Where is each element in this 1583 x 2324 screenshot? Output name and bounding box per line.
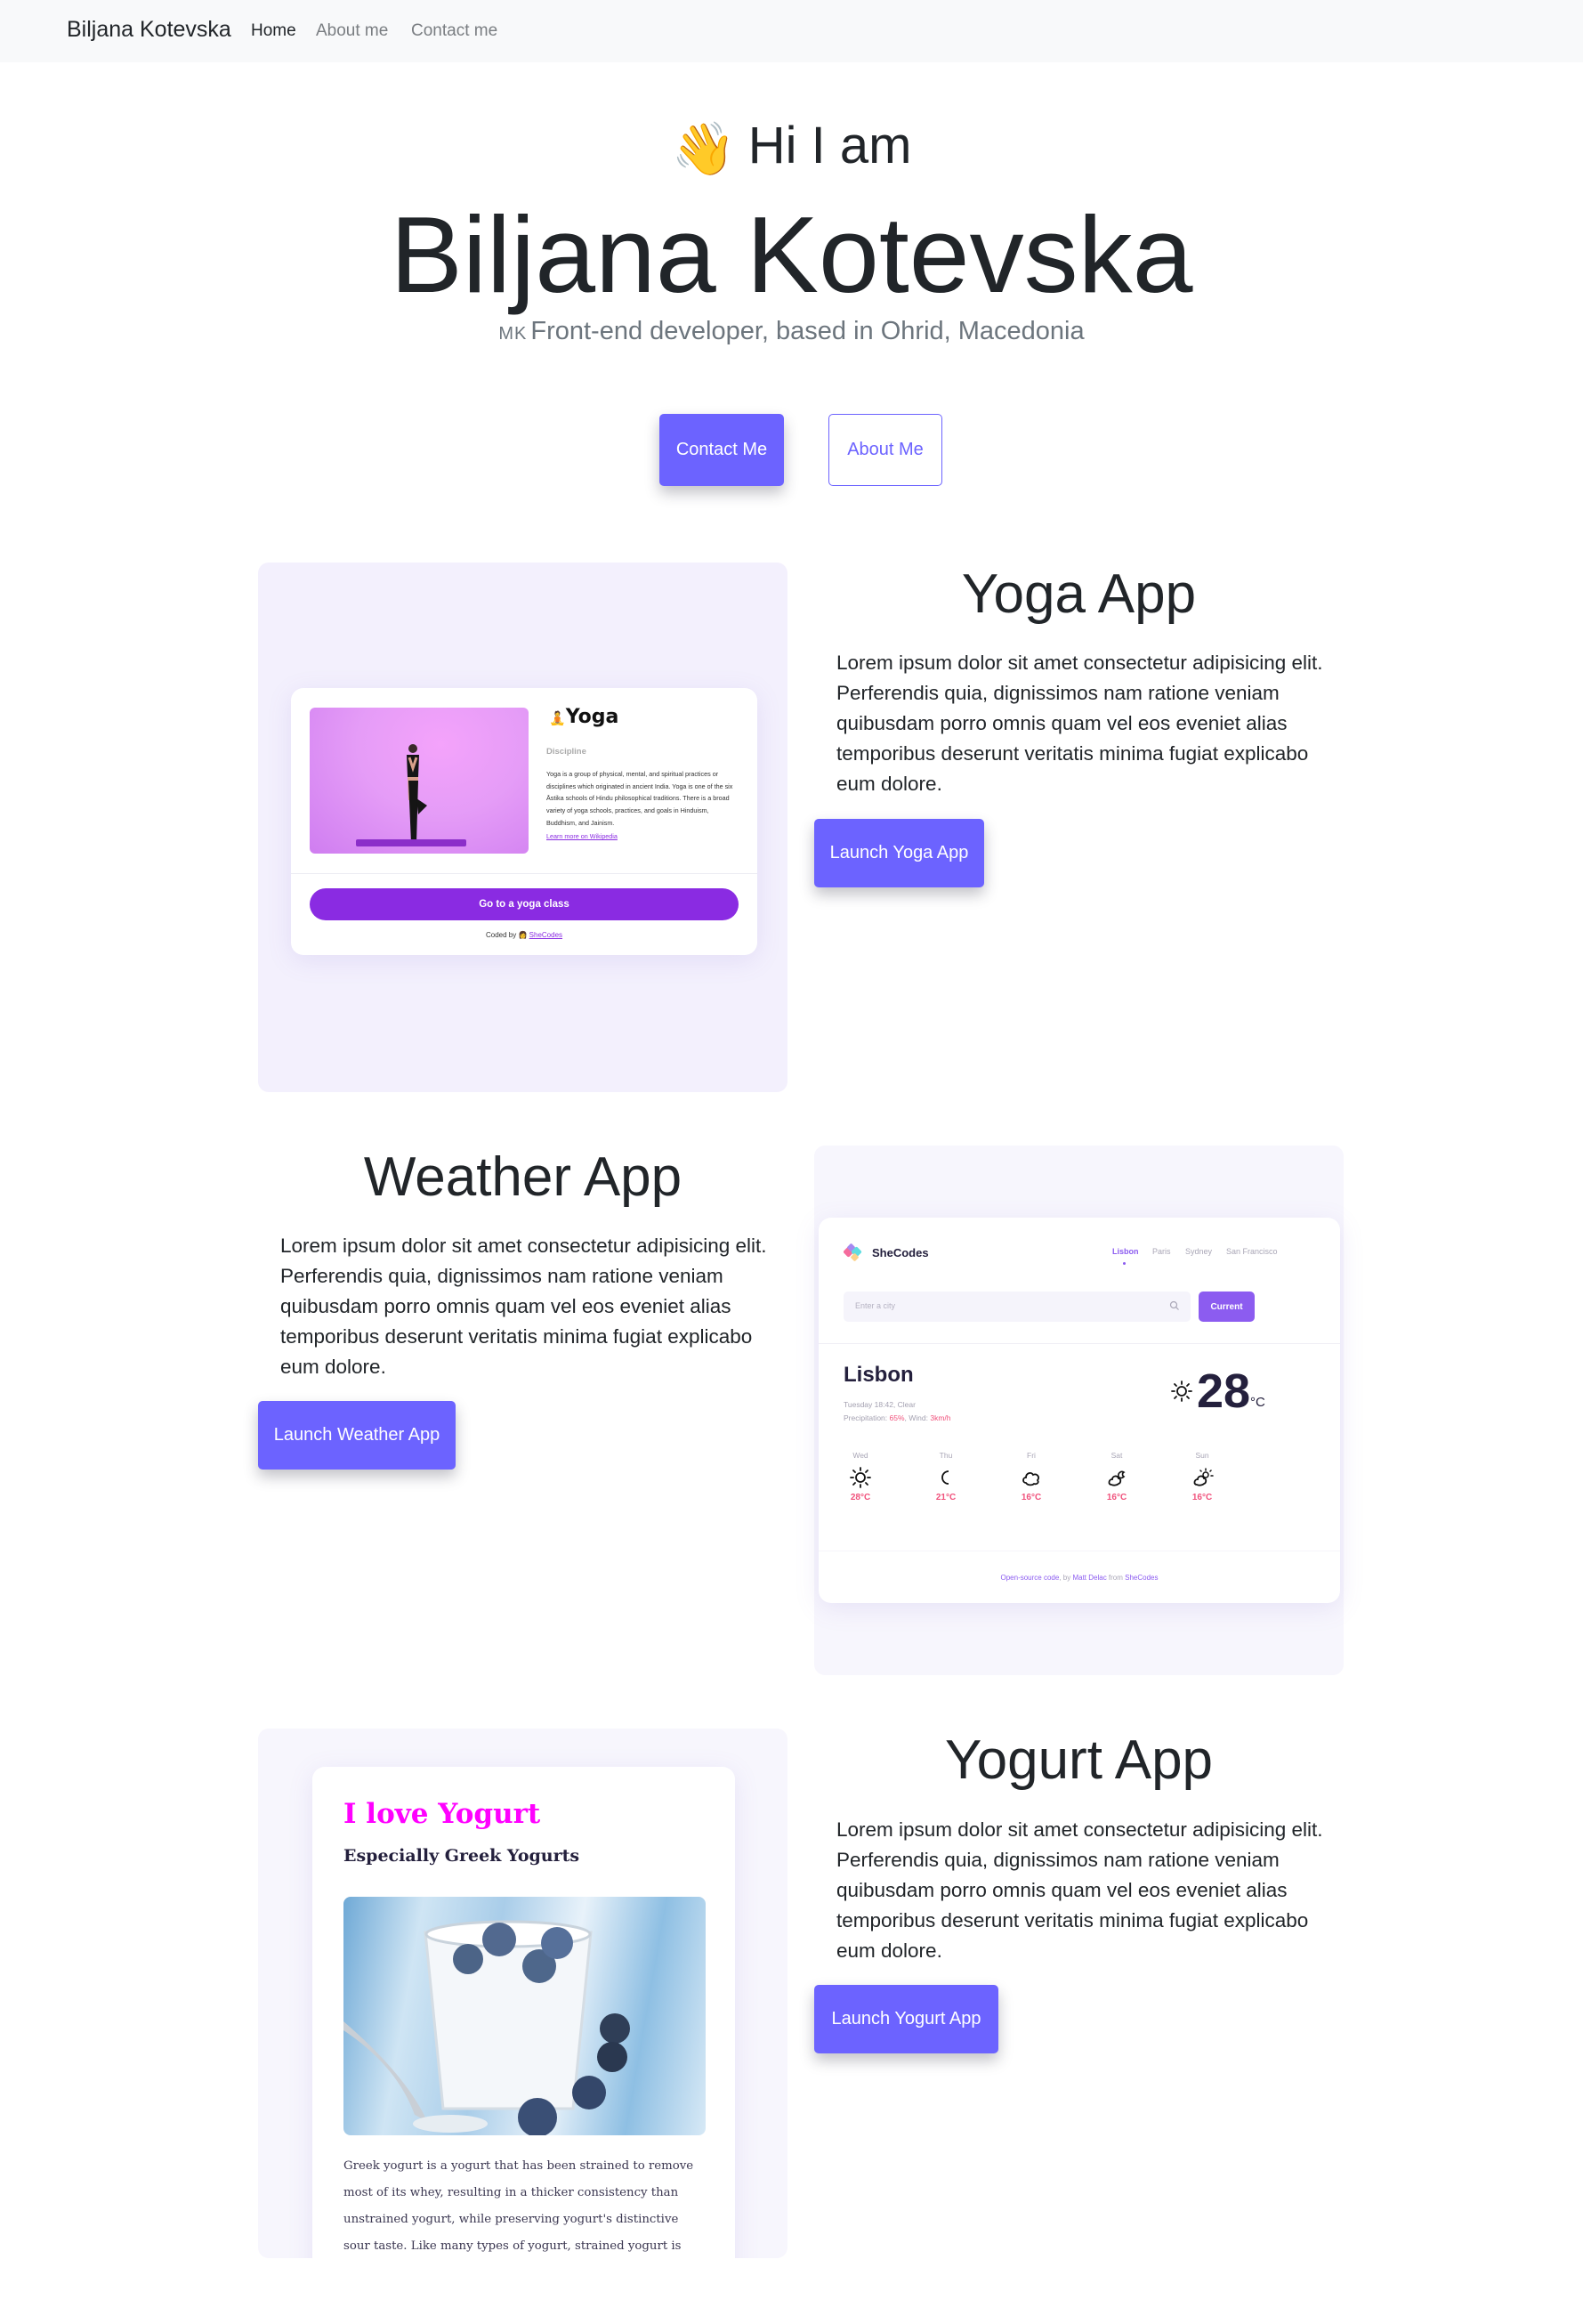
yoga-pose-figure — [407, 744, 427, 843]
footer-by: , by — [1059, 1574, 1073, 1582]
yogurt-photo — [343, 1897, 706, 2135]
footer-prefix: Coded by — [485, 931, 517, 939]
meditation-icon: 🧘 — [549, 710, 566, 726]
yogurt-preview-panel[interactable]: I love Yogurt Especially Greek Yogurts G… — [258, 1729, 787, 2258]
launch-yoga-button[interactable]: Launch Yoga App — [814, 819, 984, 887]
search-placeholder: Enter a city — [855, 1301, 896, 1310]
org-link[interactable]: SheCodes — [1125, 1574, 1158, 1582]
yoga-footer: Coded by 👩 SheCodes — [291, 931, 757, 939]
forecast-temp: 16°C — [1021, 1493, 1042, 1502]
footer-from: from — [1106, 1574, 1126, 1582]
waving-hand-icon: 👋 — [671, 120, 736, 178]
subtitle-text: Front-end developer, based in Ohrid, Mac… — [530, 317, 1085, 345]
city-tab-lisbon[interactable]: Lisbon — [1112, 1247, 1139, 1256]
weather-details: Precipitation: 65%, Wind: 3km/h — [844, 1413, 951, 1422]
yoga-photo — [310, 708, 529, 854]
shecodes-logo-text: SheCodes — [872, 1246, 929, 1259]
wind-value: 3km/h — [930, 1413, 951, 1422]
launch-weather-button[interactable]: Launch Weather App — [258, 1401, 456, 1470]
nav-link-about[interactable]: About me — [316, 21, 388, 41]
hero-subtitle: MK Front-end developer, based in Ohrid, M… — [0, 317, 1583, 346]
wikipedia-link[interactable]: Learn more on Wikipedia — [546, 832, 618, 840]
woman-icon: 👩 — [518, 931, 528, 939]
forecast-day: Thu 21°C — [919, 1451, 973, 1502]
hero-name: Biljana Kotevska — [390, 194, 1193, 315]
forecast-day: Wed 28°C — [834, 1451, 887, 1502]
shecodes-logo-icon — [844, 1243, 862, 1261]
navbar-brand[interactable]: Biljana Kotevska — [67, 17, 231, 43]
sun-icon — [850, 1467, 871, 1488]
yoga-preview-card: 🧘Yoga Discipline Yoga is a group of phys… — [291, 688, 757, 955]
forecast-temp: 21°C — [935, 1493, 957, 1502]
forecast-day-name: Sun — [1195, 1451, 1209, 1460]
divider — [291, 873, 757, 874]
city-search-input[interactable]: Enter a city — [844, 1292, 1191, 1322]
forecast-temp: 28°C — [850, 1493, 871, 1502]
navbar: Biljana Kotevska Home About me Contact m… — [0, 0, 1583, 62]
hero-greeting: 👋 Hi I am — [0, 120, 1583, 175]
yoga-heading: 🧘Yoga — [549, 706, 618, 728]
cloud-moon-icon — [1108, 1470, 1126, 1486]
open-source-link[interactable]: Open-source code — [1001, 1574, 1060, 1582]
precip-value: 65% — [889, 1413, 905, 1422]
forecast-temp: 16°C — [1106, 1493, 1127, 1502]
author-link[interactable]: Matt Delac — [1072, 1574, 1106, 1582]
yogurt-title: Yogurt App — [944, 1729, 1214, 1791]
forecast-day-name: Fri — [1027, 1451, 1036, 1460]
precip-label: Precipitation: — [844, 1413, 888, 1422]
forecast-day: Fri 16°C — [1005, 1451, 1058, 1502]
shecodes-link[interactable]: SheCodes — [529, 931, 562, 939]
weather-preview-panel[interactable]: SheCodes Lisbon Paris Sydney San Francis… — [814, 1146, 1344, 1675]
active-city-dot — [1123, 1262, 1126, 1265]
contact-me-button[interactable]: Contact Me — [659, 414, 784, 486]
current-location-button[interactable]: Current — [1199, 1292, 1255, 1322]
yogurt-preview-card: I love Yogurt Especially Greek Yogurts G… — [312, 1767, 735, 2258]
temperature-unit: °C — [1250, 1395, 1265, 1410]
yoga-class-button[interactable]: Go to a yoga class — [310, 888, 739, 920]
nav-link-home[interactable]: Home — [251, 21, 296, 41]
nav-link-contact[interactable]: Contact me — [411, 21, 497, 41]
yogurt-glass-illustration — [343, 1920, 630, 2135]
sun-icon — [1171, 1381, 1192, 1402]
wind-label: , Wind: — [904, 1413, 928, 1422]
forecast-day: Sat 16°C — [1090, 1451, 1143, 1502]
weather-datetime: Tuesday 18:42, Clear — [844, 1400, 916, 1409]
about-me-button[interactable]: About Me — [828, 414, 942, 486]
yoga-label: Discipline — [546, 747, 586, 757]
weather-preview-card: SheCodes Lisbon Paris Sydney San Francis… — [819, 1218, 1340, 1603]
cloud-sun-icon — [1193, 1468, 1214, 1486]
city-tab-san-francisco[interactable]: San Francisco — [1226, 1247, 1278, 1256]
weather-title: Weather App — [363, 1146, 682, 1208]
yoga-heading-text: Yoga — [565, 706, 619, 728]
yogurt-description: Greek yogurt is a yogurt that has been s… — [343, 2159, 694, 2253]
weather-app-description: Lorem ipsum dolor sit amet consectetur a… — [280, 1235, 767, 1378]
forecast-temp: 16°C — [1191, 1493, 1213, 1502]
moon-icon — [941, 1470, 949, 1485]
search-icon — [1169, 1300, 1179, 1310]
yogurt-app-description: Lorem ipsum dolor sit amet consectetur a… — [836, 1818, 1323, 1962]
yoga-app-description: Lorem ipsum dolor sit amet consectetur a… — [836, 652, 1323, 795]
forecast-day-name: Wed — [852, 1451, 868, 1460]
city-tab-sydney[interactable]: Sydney — [1185, 1247, 1212, 1256]
forecast-day: Sun 16°C — [1175, 1451, 1229, 1502]
weather-footer: Open-source code, by Matt Delac from She… — [819, 1574, 1340, 1582]
cloud-icon — [1022, 1471, 1039, 1486]
yoga-description: Yoga is a group of physical, mental, and… — [546, 770, 733, 827]
forecast-day-name: Thu — [939, 1451, 953, 1460]
current-temperature: 28 — [1197, 1364, 1251, 1418]
city-tab-paris[interactable]: Paris — [1152, 1247, 1171, 1256]
yogurt-subheading: Especially Greek Yogurts — [343, 1846, 580, 1866]
greeting-text: Hi I am — [747, 117, 912, 174]
yogurt-heading: I love Yogurt — [343, 1798, 541, 1830]
yoga-preview-panel[interactable]: 🧘Yoga Discipline Yoga is a group of phys… — [258, 563, 787, 1092]
yoga-mat — [356, 839, 466, 846]
forecast-day-name: Sat — [1111, 1451, 1123, 1460]
divider — [819, 1343, 1340, 1344]
launch-yogurt-button[interactable]: Launch Yogurt App — [814, 1985, 998, 2053]
weather-city-name: Lisbon — [844, 1363, 914, 1387]
yoga-title: Yoga App — [961, 563, 1197, 625]
flag-icon: MK — [498, 324, 528, 344]
